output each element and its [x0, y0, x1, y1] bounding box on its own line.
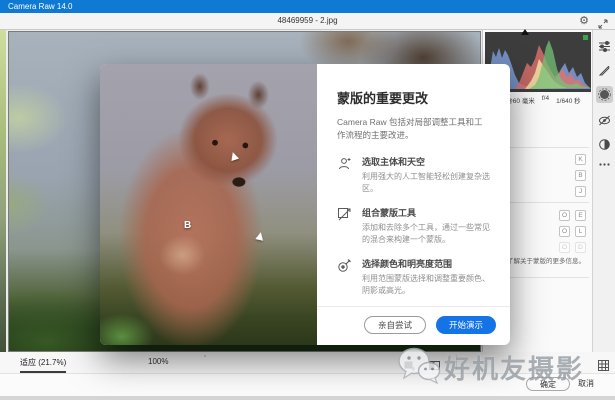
feature-select-subject: 选取主体和天空 利用强大的人工智能轻松创建复杂选区。	[337, 155, 492, 195]
select-subject-icon	[337, 155, 353, 195]
brush-marker-label: B	[184, 220, 191, 231]
highlight-clipping-indicator[interactable]	[583, 35, 588, 40]
shortcut-badge: O	[559, 226, 570, 237]
mask-changes-dialog: B 蒙版的重要更改 Camera Raw 包括对局部调整工具和工作流程的主要改进…	[100, 64, 510, 345]
settings-gear-icon[interactable]: ⚙	[579, 14, 589, 27]
feature-desc: 利用范围蒙版选择和调整重要颜色、阴影或高光。	[362, 273, 492, 297]
ok-button[interactable]: 确定	[526, 377, 570, 391]
footer-bar: 确定 取消	[0, 374, 615, 396]
mask-pin-icon[interactable]	[255, 231, 264, 240]
camera-raw-window: Camera Raw 14.0 48469959 - 2.jpg ⚙ 300@6…	[0, 0, 615, 400]
color-range-icon	[337, 257, 353, 297]
shortcut-badge-j: J	[575, 186, 586, 197]
exif-shutter: 1/640 秒	[556, 95, 581, 105]
file-name: 48469959 - 2.jpg	[0, 13, 615, 29]
presets-icon[interactable]	[596, 136, 613, 153]
panel-divider	[501, 147, 589, 148]
try-yourself-button[interactable]: 亲自尝试	[364, 316, 426, 335]
dialog-intro: Camera Raw 包括对局部调整工具和工作流程的主要改进。	[337, 116, 489, 142]
start-demo-button[interactable]: 开始演示	[436, 316, 496, 335]
zoom-bar: 适应 (21.7%) 100% ˇ	[0, 352, 615, 374]
exif-aperture: f/4	[542, 95, 549, 105]
feature-color-range: 选择颜色和明亮度范围 利用范围蒙版选择和调整重要颜色、阴影或高光。	[337, 257, 492, 297]
zoom-level-select[interactable]: 100%	[148, 357, 168, 366]
feature-combine-masks: 组合蒙版工具 添加和去除多个工具，通过一些常见的混合来构建一个蒙版。	[337, 206, 492, 246]
window-bottom-edge	[0, 396, 615, 400]
panel-divider	[501, 202, 589, 203]
panel-divider	[501, 277, 589, 278]
toolbar-divider	[456, 355, 457, 370]
healing-brush-icon[interactable]	[596, 62, 613, 79]
masking-tool-icon[interactable]	[596, 86, 613, 103]
title-bar: Camera Raw 14.0	[0, 0, 615, 13]
tool-strip	[592, 30, 615, 352]
fit-zoom-tab[interactable]: 适应 (21.7%)	[20, 357, 66, 373]
dialog-title: 蒙版的重要更改	[337, 88, 492, 107]
window-title: Camera Raw 14.0	[8, 0, 72, 13]
shortcut-badge: L	[575, 226, 586, 237]
shortcut-badge-k: K	[575, 154, 586, 165]
combine-masks-icon	[337, 206, 353, 246]
red-eye-icon[interactable]	[596, 112, 613, 129]
shortcut-badge-b: B	[575, 170, 586, 181]
more-options-icon[interactable]	[596, 156, 613, 173]
edit-sliders-icon[interactable]	[596, 38, 613, 55]
mask-more-info-link[interactable]: 了解关于蒙版的更多信息。	[507, 258, 591, 266]
shortcut-badge: E	[575, 210, 586, 221]
dialog-body: 蒙版的重要更改 Camera Raw 包括对局部调整工具和工作流程的主要改进。 …	[317, 64, 510, 345]
shortcut-badge-disabled: O	[559, 242, 570, 253]
feature-desc: 添加和去除多个工具，通过一些常见的混合来构建一个蒙版。	[362, 222, 492, 246]
feature-title: 选取主体和天空	[362, 155, 492, 168]
feature-title: 选择颜色和明亮度范围	[362, 257, 492, 270]
shadow-clipping-indicator[interactable]	[521, 29, 529, 35]
file-bar: 48469959 - 2.jpg ⚙	[0, 13, 615, 30]
cancel-button[interactable]: 取消	[578, 378, 594, 389]
dialog-divider	[317, 306, 510, 307]
dialog-fox-preview-image: B	[100, 64, 317, 345]
chevron-down-icon[interactable]: ˇ	[204, 356, 206, 363]
feature-title: 组合蒙版工具	[362, 206, 492, 219]
desktop-background-strip	[0, 30, 6, 396]
feature-desc: 利用强大的人工智能轻松创建复杂选区。	[362, 171, 492, 195]
mask-pin-icon[interactable]	[229, 151, 239, 161]
shortcut-badge-disabled: D	[575, 242, 586, 253]
shortcut-badge: O	[559, 210, 570, 221]
